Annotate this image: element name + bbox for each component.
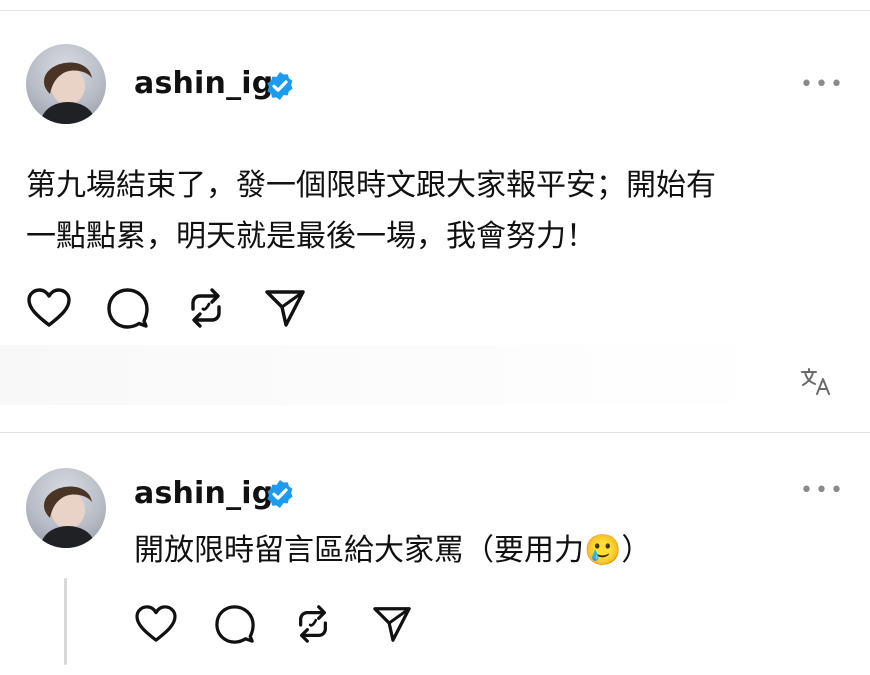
more-options-icon[interactable]: ••• <box>800 478 845 503</box>
verified-badge-icon <box>267 480 293 508</box>
heart-icon <box>135 605 177 642</box>
top-divider <box>0 0 870 11</box>
faded-background-strip <box>0 345 780 405</box>
heart-icon <box>27 288 71 327</box>
send-icon <box>265 290 305 327</box>
comment-button[interactable] <box>106 287 150 333</box>
comment-icon <box>215 605 255 644</box>
username[interactable]: ashin_ig <box>134 66 273 101</box>
avatar[interactable] <box>26 468 106 548</box>
post-divider <box>0 432 870 433</box>
repost-icon <box>191 288 221 328</box>
like-button[interactable] <box>26 288 72 332</box>
post-text-line: 第九場結束了，發一個限時文跟大家報平安；開始有 <box>26 168 716 203</box>
avatar[interactable] <box>26 44 106 124</box>
action-bar <box>26 287 306 333</box>
comment-icon <box>107 288 149 329</box>
more-options-icon[interactable]: ••• <box>800 72 845 97</box>
thread-line <box>64 578 67 665</box>
post-text: 第九場結束了，發一個限時文跟大家報平安；開始有 一點點累，明天就是最後一場，我會… <box>26 160 716 262</box>
share-button[interactable] <box>372 605 412 647</box>
threads-feed: ashin_ig ••• 第九場結束了，發一個限時文跟大家報平安；開始有 一點點… <box>0 0 870 675</box>
verified-badge-icon <box>267 72 293 100</box>
repost-button[interactable] <box>294 604 332 648</box>
action-bar <box>134 604 412 648</box>
post-text-line: 開放限時留言區給大家罵（要用力🥲） <box>134 533 652 568</box>
comment-button[interactable] <box>214 604 256 648</box>
like-button[interactable] <box>134 605 178 647</box>
post-text: 開放限時留言區給大家罵（要用力🥲） <box>134 525 651 576</box>
repost-button[interactable] <box>186 287 226 333</box>
repost-icon <box>299 605 327 643</box>
translate-icon[interactable] <box>800 366 834 396</box>
username[interactable]: ashin_ig <box>134 476 273 511</box>
send-icon <box>373 607 411 642</box>
share-button[interactable] <box>264 288 306 332</box>
post-text-line: 一點點累，明天就是最後一場，我會努力！ <box>26 219 596 254</box>
